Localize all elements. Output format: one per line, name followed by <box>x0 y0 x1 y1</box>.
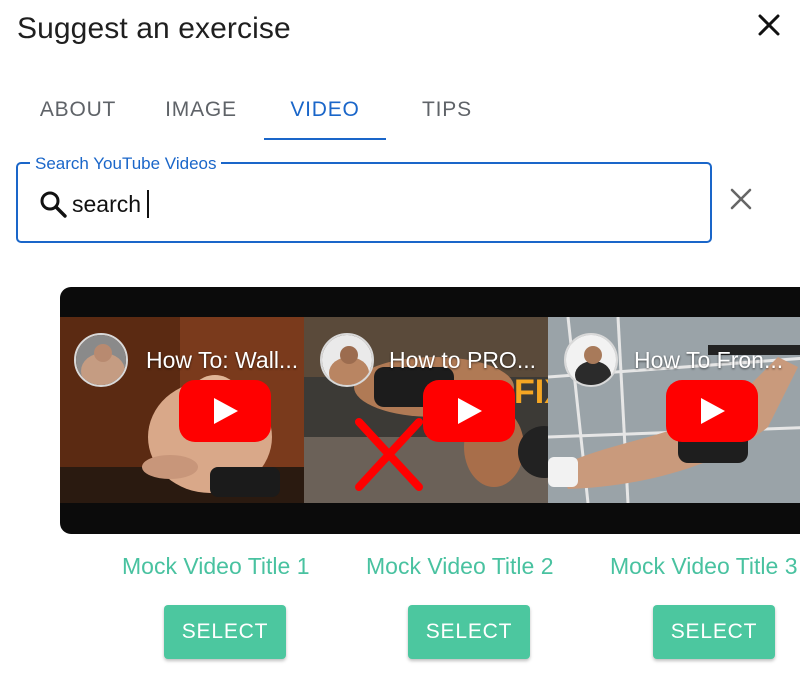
video-thumbnail-2[interactable]: FIX How to PRO... <box>304 317 548 503</box>
play-triangle-icon <box>458 398 482 424</box>
video-thumbnail-1[interactable]: How To: Wall... <box>60 317 304 503</box>
tab-video[interactable]: VIDEO <box>264 80 386 140</box>
play-button-icon[interactable] <box>666 380 758 442</box>
tab-bar: ABOUT IMAGE VIDEO TIPS <box>0 80 800 142</box>
tab-tips[interactable]: TIPS <box>390 80 504 140</box>
play-triangle-icon <box>701 398 725 424</box>
search-field-label: Search YouTube Videos <box>30 154 222 174</box>
play-button-icon[interactable] <box>423 380 515 442</box>
select-video-1-button[interactable]: SELECT <box>164 605 286 659</box>
select-video-3-button[interactable]: SELECT <box>653 605 775 659</box>
channel-avatar <box>564 333 618 387</box>
video-carousel: How To: Wall... FIX How to PRO... <box>60 287 800 534</box>
thumbnail-title: How to PRO... <box>389 347 536 373</box>
search-input[interactable] <box>72 186 672 222</box>
tab-about[interactable]: ABOUT <box>20 80 136 140</box>
search-icon <box>38 189 68 219</box>
select-video-2-button[interactable]: SELECT <box>408 605 530 659</box>
play-triangle-icon <box>214 398 238 424</box>
channel-avatar <box>320 333 374 387</box>
text-cursor <box>147 190 149 218</box>
video-title-2: Mock Video Title 2 <box>366 553 554 579</box>
active-tab-indicator <box>264 138 386 140</box>
play-button-icon[interactable] <box>179 380 271 442</box>
video-title-1: Mock Video Title 1 <box>122 553 310 579</box>
dialog-title: Suggest an exercise <box>17 12 291 45</box>
close-icon[interactable] <box>752 8 786 42</box>
thumbnail-title: How To Fron... <box>634 347 784 373</box>
thumbnail-title: How To: Wall... <box>146 347 298 373</box>
video-title-3: Mock Video Title 3 <box>610 553 798 579</box>
tab-image[interactable]: IMAGE <box>142 80 260 140</box>
video-thumbnail-3[interactable]: How To Fron... <box>548 317 800 503</box>
thumbnail-overlay-text: FIX <box>514 373 548 411</box>
channel-avatar <box>74 333 128 387</box>
clear-icon[interactable] <box>726 184 756 214</box>
